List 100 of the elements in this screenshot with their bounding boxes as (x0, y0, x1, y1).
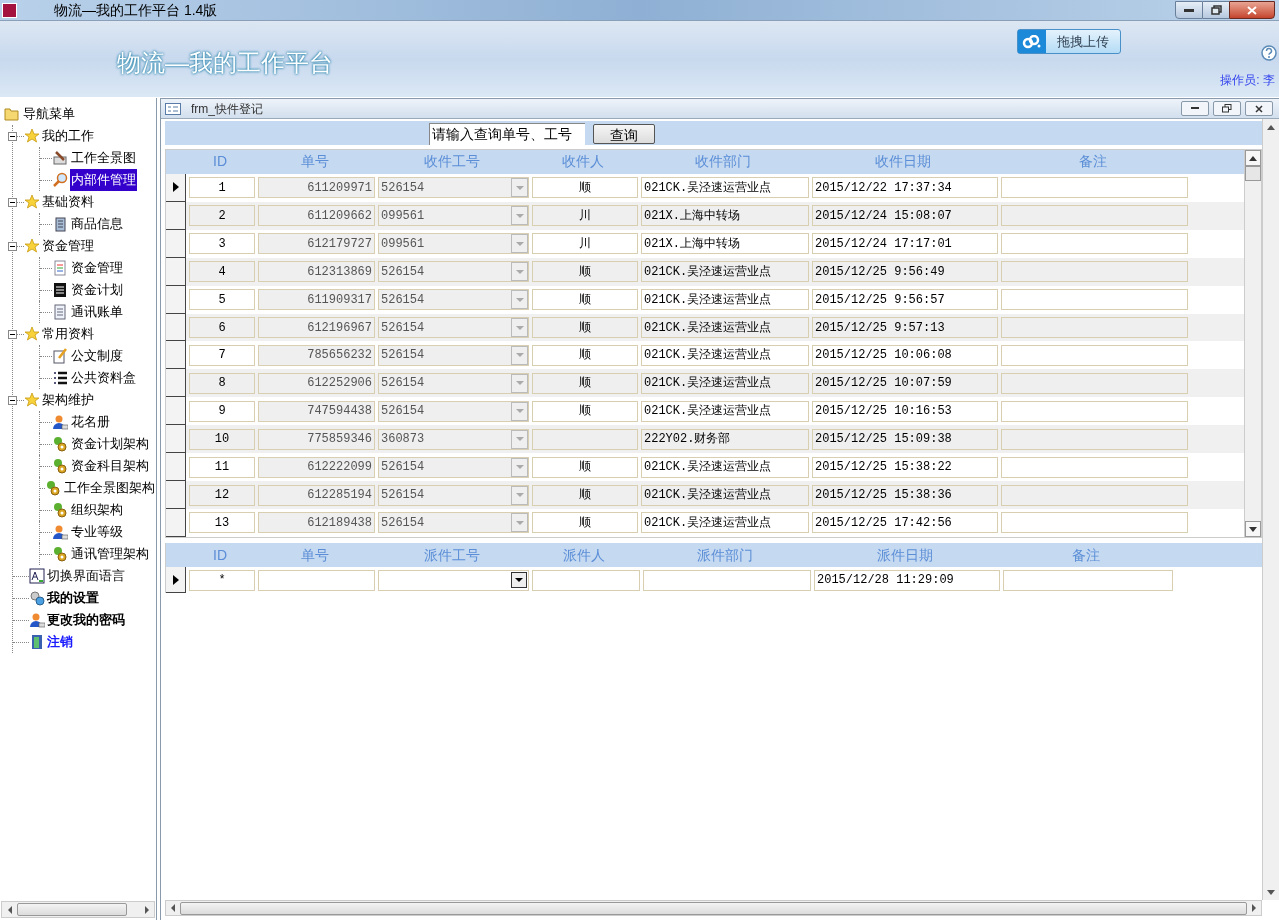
record-selector[interactable] (166, 481, 186, 509)
nav-item[interactable]: 资金计划架构 (70, 433, 150, 455)
table-cell[interactable] (1001, 317, 1188, 338)
table-cell[interactable]: 021CK.吴泾速运营业点 (641, 317, 809, 338)
table-cell[interactable]: 8 (189, 372, 255, 394)
table-cell[interactable]: 顺 (532, 261, 638, 283)
table-cell[interactable]: 12 (189, 484, 255, 506)
table-cell[interactable]: 2015/12/25 9:57:13 (812, 317, 998, 338)
record-selector[interactable] (166, 425, 186, 454)
table-cell[interactable] (1001, 289, 1188, 311)
upload-button[interactable]: 拖拽上传 (1017, 29, 1121, 54)
table-cell[interactable]: 顺 (532, 456, 638, 478)
table-cell[interactable] (1001, 344, 1188, 366)
horizontal-scrollbar[interactable] (1, 901, 155, 918)
table-cell[interactable]: 6 (189, 317, 255, 338)
table-cell[interactable]: 612313869 (258, 261, 375, 283)
search-field[interactable]: 请输入查询单号、工号 (429, 123, 585, 145)
nav-item[interactable]: 更改我的密码 (47, 609, 125, 631)
collapse-toggle[interactable] (8, 241, 17, 251)
nav-group-label[interactable]: 架构维护 (42, 389, 94, 411)
dropdown-field[interactable]: 099561 (378, 233, 529, 255)
table-cell[interactable]: 13 (189, 512, 255, 534)
table-cell[interactable]: 顺 (532, 512, 638, 534)
record-selector[interactable] (166, 341, 186, 370)
table-cell[interactable] (1001, 484, 1188, 506)
table-cell[interactable]: 021CK.吴泾速运营业点 (641, 456, 809, 478)
nav-item[interactable]: 商品信息 (70, 213, 124, 235)
table-cell[interactable] (532, 428, 638, 450)
table-cell[interactable]: 10 (189, 428, 255, 450)
table-cell[interactable]: 611209662 (258, 205, 375, 227)
record-selector[interactable] (166, 453, 186, 482)
table-cell[interactable]: 3 (189, 233, 255, 255)
collapse-toggle[interactable] (8, 131, 17, 141)
table-cell[interactable]: 2015/12/25 10:06:08 (812, 344, 998, 366)
table-cell[interactable] (1001, 400, 1188, 422)
dropdown-field[interactable]: 526154 (378, 484, 529, 506)
table-cell[interactable]: 021CK.吴泾速运营业点 (641, 177, 809, 199)
nav-item[interactable]: 专业等级 (70, 521, 124, 543)
table-cell[interactable] (1003, 569, 1173, 591)
nav-root[interactable]: 导航菜单 (23, 103, 75, 125)
table-cell[interactable]: 021CK.吴泾速运营业点 (641, 484, 809, 506)
table-cell[interactable]: 1 (189, 177, 255, 199)
table-cell[interactable]: 11 (189, 456, 255, 478)
nav-item[interactable]: 公共资料盒 (70, 367, 137, 389)
table-cell[interactable]: 2015/12/25 15:38:22 (812, 456, 998, 478)
table-cell[interactable] (1001, 205, 1188, 227)
table-cell[interactable]: 021CK.吴泾速运营业点 (641, 289, 809, 311)
table-cell[interactable]: 612222099 (258, 456, 375, 478)
table-cell[interactable]: 2015/12/28 11:29:09 (814, 569, 1000, 591)
nav-group-label[interactable]: 基础资料 (42, 191, 94, 213)
table-cell[interactable]: 2015/12/24 17:17:01 (812, 233, 998, 255)
table-cell[interactable]: 021CK.吴泾速运营业点 (641, 261, 809, 283)
table-cell[interactable]: 2015/12/24 15:08:07 (812, 205, 998, 227)
record-selector[interactable] (166, 369, 186, 398)
table-cell[interactable]: 021CK.吴泾速运营业点 (641, 372, 809, 394)
record-selector[interactable] (166, 201, 186, 230)
table-cell[interactable] (1001, 372, 1188, 394)
record-selector[interactable] (166, 397, 186, 426)
table-cell[interactable]: 2015/12/22 17:37:34 (812, 177, 998, 199)
nav-item[interactable]: 资金计划 (70, 279, 124, 301)
table-cell[interactable]: 611209971 (258, 177, 375, 199)
table-cell[interactable] (1001, 456, 1188, 478)
close-button[interactable] (1229, 1, 1275, 19)
table-cell[interactable] (1001, 233, 1188, 255)
table-cell[interactable]: 612196967 (258, 317, 375, 338)
nav-item[interactable]: 组织架构 (70, 499, 124, 521)
table-cell[interactable] (532, 569, 640, 591)
table-cell[interactable] (1001, 428, 1188, 450)
table-cell[interactable]: 021CK.吴泾速运营业点 (641, 400, 809, 422)
table-cell[interactable]: 021X.上海中转场 (641, 205, 809, 227)
table-cell[interactable]: 顺 (532, 400, 638, 422)
nav-item[interactable]: 切换界面语言 (47, 565, 125, 587)
dropdown-field[interactable]: 526154 (378, 456, 529, 478)
table-cell[interactable] (1001, 261, 1188, 283)
table-cell[interactable]: 775859346 (258, 428, 375, 450)
table-cell[interactable]: 612179727 (258, 233, 375, 255)
help-icon[interactable] (1261, 45, 1277, 61)
dropdown-field[interactable]: 099561 (378, 205, 529, 227)
nav-group-label[interactable]: 资金管理 (42, 235, 94, 257)
dropdown-field[interactable]: 526154 (378, 372, 529, 394)
table-cell[interactable]: 顺 (532, 289, 638, 311)
dropdown-field[interactable]: 526154 (378, 317, 529, 338)
table-cell[interactable]: 2 (189, 205, 255, 227)
table-cell[interactable]: 2015/12/25 10:16:53 (812, 400, 998, 422)
nav-group-label[interactable]: 我的工作 (42, 125, 94, 147)
table-cell[interactable] (1001, 512, 1188, 534)
record-selector[interactable] (166, 229, 186, 258)
dropdown-field[interactable] (378, 569, 529, 591)
table-cell[interactable]: 612252906 (258, 372, 375, 394)
table-cell[interactable]: 2015/12/25 17:42:56 (812, 512, 998, 534)
minimize-button[interactable] (1175, 1, 1203, 19)
dropdown-field[interactable]: 526154 (378, 177, 529, 199)
table-cell[interactable]: 2015/12/25 10:07:59 (812, 372, 998, 394)
dropdown-field[interactable]: 526154 (378, 400, 529, 422)
table-cell[interactable] (258, 569, 375, 591)
table-cell[interactable]: 川 (532, 233, 638, 255)
dropdown-field[interactable]: 526154 (378, 344, 529, 366)
collapse-toggle[interactable] (8, 329, 17, 339)
vertical-scrollbar[interactable] (1244, 150, 1261, 537)
horizontal-scrollbar[interactable] (165, 900, 1262, 916)
